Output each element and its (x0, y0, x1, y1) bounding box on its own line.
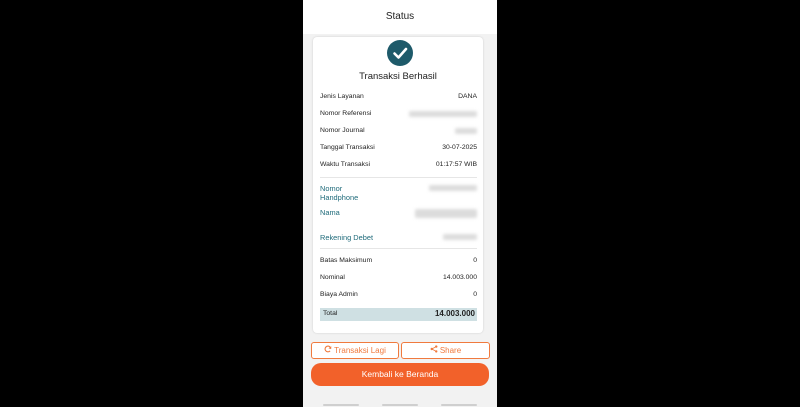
total-value: 14.003.000 (434, 309, 475, 318)
row-value: 30-07-2025 (442, 144, 477, 151)
repeat-transaction-label: Transaksi Lagi (334, 346, 386, 355)
back-to-home-button[interactable]: Kembali ke Beranda (311, 363, 489, 386)
watermark-strip (475, 37, 482, 333)
row-label: Nomor Journal (320, 127, 365, 134)
redacted-name (415, 209, 477, 218)
row-label: Biaya Admin (320, 291, 358, 298)
row-label: Tanggal Transaksi (320, 144, 375, 151)
redacted-value (409, 111, 477, 117)
redacted-account (443, 234, 477, 240)
transaction-status-title: Transaksi Berhasil (359, 71, 437, 82)
page-title: Status (385, 11, 415, 22)
row-value: 01:17:57 WIB (435, 161, 477, 168)
row-label: Nama (320, 208, 340, 217)
row-label: Nomor Referensi (320, 110, 372, 117)
row-label: Rekening Debet (320, 233, 374, 242)
phone-screen: Status Transaksi Berhasil Jenis Layanan … (303, 0, 497, 407)
row-label: Jenis Layanan (320, 93, 364, 100)
nav-indicator (382, 404, 418, 406)
repeat-transaction-button[interactable]: Transaksi Lagi (311, 342, 399, 359)
total-row: Total 14.003.000 (320, 308, 477, 321)
divider (320, 248, 477, 249)
divider (320, 177, 477, 178)
receipt-card: Transaksi Berhasil Jenis Layanan DANA No… (313, 37, 483, 333)
row-nomor-handphone: Nomor Handphone (320, 184, 380, 202)
nav-indicator (441, 404, 477, 406)
system-nav-bar (303, 403, 497, 407)
app-header: Status (303, 0, 497, 34)
row-label: Waktu Transaksi (320, 161, 370, 168)
row-label: Batas Maksimum (320, 257, 373, 264)
share-label: Share (439, 346, 462, 355)
refresh-icon (324, 343, 332, 358)
share-button[interactable]: Share (401, 342, 490, 359)
nav-indicator (323, 404, 359, 406)
total-label: Total (323, 310, 338, 317)
row-value: 14.003.000 (442, 274, 477, 281)
share-icon (430, 343, 438, 358)
redacted-phone (429, 185, 477, 191)
redacted-value (455, 128, 477, 134)
row-label: Nomor Handphone (320, 184, 359, 202)
row-label: Nominal (320, 274, 345, 281)
check-circle-icon (387, 40, 413, 66)
